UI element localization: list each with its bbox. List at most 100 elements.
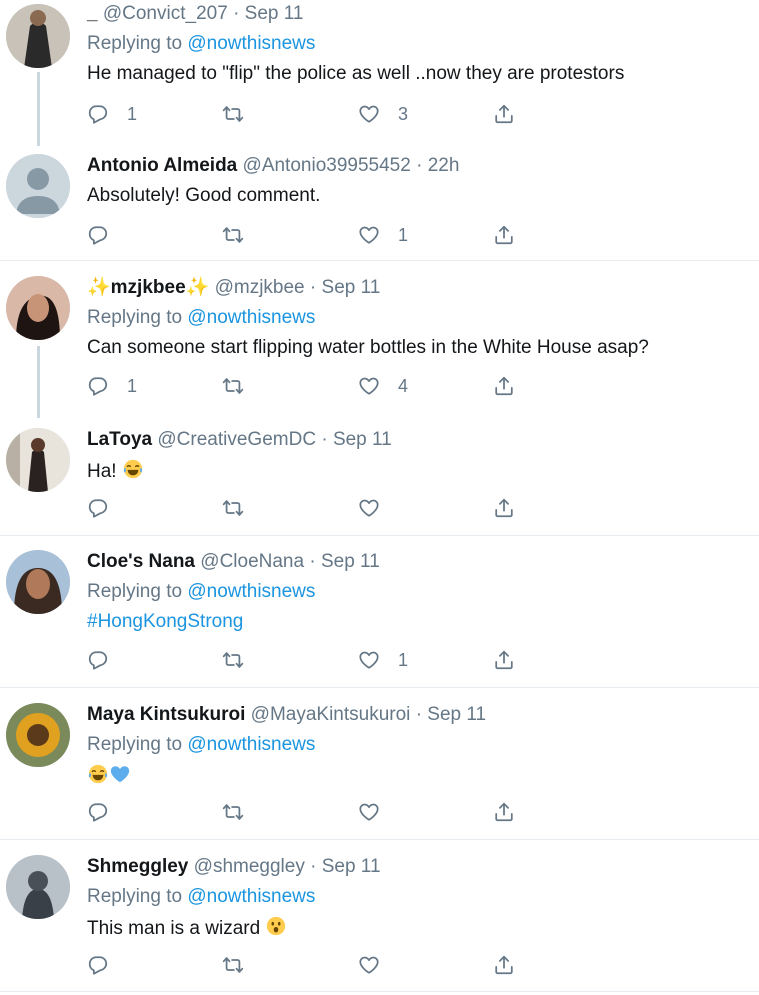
reply-icon bbox=[87, 649, 109, 671]
share-button[interactable] bbox=[493, 223, 515, 247]
tweet-time[interactable]: Sep 11 bbox=[321, 551, 380, 572]
display-name[interactable]: LaToya bbox=[87, 429, 152, 450]
user-handle[interactable]: @CloeNana bbox=[200, 551, 304, 572]
retweet-icon bbox=[222, 649, 244, 671]
tweet-text: He managed to "flip" the police as well … bbox=[87, 63, 625, 84]
retweet-button[interactable] bbox=[222, 496, 244, 520]
retweet-icon bbox=[222, 497, 244, 519]
tweet-header: ✨mzjkbee✨ @mzjkbee · Sep 11 bbox=[87, 276, 749, 300]
mention-link[interactable]: @nowthisnews bbox=[187, 734, 315, 755]
divider bbox=[0, 839, 759, 840]
separator-dot: · bbox=[415, 704, 423, 725]
retweet-button[interactable] bbox=[222, 102, 244, 126]
display-name[interactable]: Maya Kintsukuroi bbox=[87, 704, 245, 725]
mention-link[interactable]: @nowthisnews bbox=[187, 307, 315, 328]
display-name[interactable]: ✨mzjkbee✨ bbox=[87, 277, 209, 298]
share-icon bbox=[493, 375, 515, 397]
display-name[interactable]: Shmeggley bbox=[87, 856, 188, 877]
heart-icon bbox=[358, 375, 380, 397]
share-button[interactable] bbox=[493, 953, 515, 977]
replying-to-line: Replying to @nowthisnews bbox=[87, 580, 749, 604]
reply-icon bbox=[87, 103, 109, 125]
like-button[interactable] bbox=[358, 953, 380, 977]
avatar[interactable] bbox=[6, 4, 70, 68]
retweet-icon bbox=[222, 224, 244, 246]
heart-icon bbox=[358, 497, 380, 519]
reply-button[interactable] bbox=[87, 223, 109, 247]
reply-button[interactable] bbox=[87, 953, 109, 977]
mention-link[interactable]: @nowthisnews bbox=[187, 33, 315, 54]
reply-button[interactable] bbox=[87, 648, 109, 672]
reply-icon bbox=[87, 375, 109, 397]
user-handle[interactable]: @CreativeGemDC bbox=[157, 429, 316, 450]
heart-icon bbox=[358, 103, 380, 125]
avatar[interactable] bbox=[6, 550, 70, 614]
divider bbox=[0, 535, 759, 536]
retweet-icon bbox=[222, 103, 244, 125]
display-name[interactable]: _ bbox=[87, 3, 98, 24]
tweet-time[interactable]: Sep 11 bbox=[245, 3, 304, 24]
like-button[interactable]: 1 bbox=[358, 223, 408, 247]
retweet-button[interactable] bbox=[222, 223, 244, 247]
mention-link[interactable]: @nowthisnews bbox=[187, 886, 315, 907]
hashtag-link[interactable]: #HongKongStrong bbox=[87, 610, 749, 634]
retweet-icon bbox=[222, 801, 244, 823]
user-handle[interactable]: @mzjkbee bbox=[215, 277, 305, 298]
separator-dot: · bbox=[310, 856, 317, 877]
share-button[interactable] bbox=[493, 648, 515, 672]
like-button[interactable]: 1 bbox=[358, 648, 408, 672]
like-button[interactable]: 3 bbox=[358, 102, 408, 126]
replying-to-line: Replying to @nowthisnews bbox=[87, 32, 749, 56]
avatar[interactable] bbox=[6, 276, 70, 340]
avatar[interactable] bbox=[6, 154, 70, 218]
share-button[interactable] bbox=[493, 102, 515, 126]
replying-to-label: Replying to bbox=[87, 581, 183, 602]
tweet-text-line bbox=[87, 763, 749, 789]
separator-dot: · bbox=[321, 429, 328, 450]
tweet-time[interactable]: Sep 11 bbox=[333, 429, 392, 450]
tweet-text: Can someone start flipping water bottles… bbox=[87, 337, 649, 358]
user-handle[interactable]: @Convict_207 bbox=[103, 3, 228, 24]
tweet-time[interactable]: Sep 11 bbox=[322, 277, 381, 298]
share-button[interactable] bbox=[493, 800, 515, 824]
like-button[interactable] bbox=[358, 496, 380, 520]
user-handle[interactable]: @shmeggley bbox=[194, 856, 305, 877]
retweet-button[interactable] bbox=[222, 374, 244, 398]
replying-to-label: Replying to bbox=[87, 307, 183, 328]
share-button[interactable] bbox=[493, 374, 515, 398]
separator-dot: · bbox=[309, 277, 317, 298]
user-handle[interactable]: @MayaKintsukuroi bbox=[251, 704, 411, 725]
user-handle[interactable]: @Antonio39955452 bbox=[243, 155, 411, 176]
share-icon bbox=[493, 954, 515, 976]
like-button[interactable] bbox=[358, 800, 380, 824]
tweet-time[interactable]: Sep 11 bbox=[427, 704, 486, 725]
heart-icon bbox=[358, 954, 380, 976]
like-button[interactable]: 4 bbox=[358, 374, 408, 398]
avatar[interactable] bbox=[6, 703, 70, 767]
display-name[interactable]: Cloe's Nana bbox=[87, 551, 195, 572]
share-icon bbox=[493, 103, 515, 125]
share-button[interactable] bbox=[493, 496, 515, 520]
reply-button[interactable]: 1 bbox=[87, 102, 137, 126]
retweet-button[interactable] bbox=[222, 953, 244, 977]
retweet-icon bbox=[222, 954, 244, 976]
reply-count: 1 bbox=[127, 375, 138, 396]
retweet-button[interactable] bbox=[222, 800, 244, 824]
tweet-text: This man is a wizard bbox=[87, 918, 261, 939]
reply-icon bbox=[87, 497, 109, 519]
replying-to-label: Replying to bbox=[87, 734, 183, 755]
reply-icon bbox=[87, 954, 109, 976]
replying-to-line: Replying to @nowthisnews bbox=[87, 306, 749, 330]
display-name[interactable]: Antonio Almeida bbox=[87, 155, 237, 176]
avatar[interactable] bbox=[6, 428, 70, 492]
divider bbox=[0, 687, 759, 688]
mention-link[interactable]: @nowthisnews bbox=[187, 581, 315, 602]
reply-button[interactable] bbox=[87, 496, 109, 520]
tweet-time[interactable]: 22h bbox=[428, 155, 460, 176]
reply-button[interactable]: 1 bbox=[87, 374, 137, 398]
retweet-button[interactable] bbox=[222, 648, 244, 672]
avatar[interactable] bbox=[6, 855, 70, 919]
separator-dot: · bbox=[416, 155, 423, 176]
reply-button[interactable] bbox=[87, 800, 109, 824]
tweet-time[interactable]: Sep 11 bbox=[322, 856, 381, 877]
